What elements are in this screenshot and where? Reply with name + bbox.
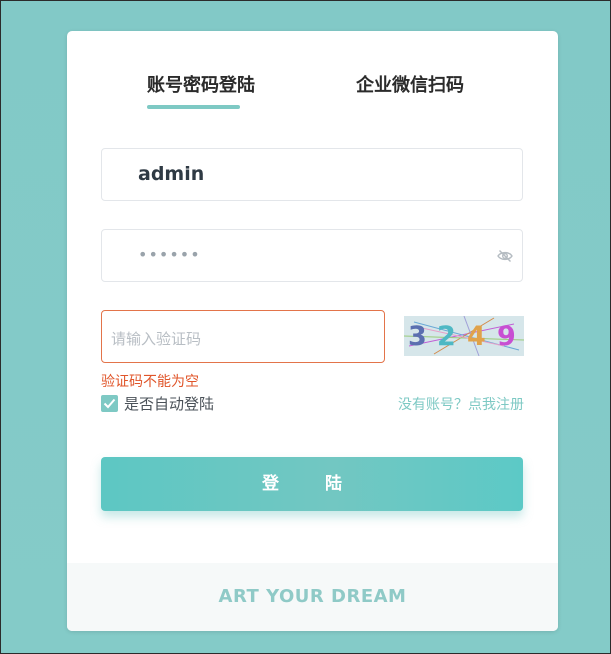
- login-card: 账号密码登陆 企业微信扫码 admin •••••• 请输入验证码 3 2 4: [67, 31, 558, 631]
- captcha-image[interactable]: 3 2 4 9: [404, 316, 524, 356]
- username-value: admin: [138, 163, 205, 185]
- check-icon: [103, 398, 116, 409]
- tab-wechat-scan[interactable]: 企业微信扫码: [356, 71, 464, 97]
- captcha-digit-1: 3: [408, 321, 427, 352]
- tab-password-login[interactable]: 账号密码登陆: [147, 71, 255, 97]
- password-value: ••••••: [138, 245, 201, 264]
- captcha-error-message: 验证码不能为空: [101, 374, 199, 390]
- captcha-digit-4: 9: [497, 321, 516, 352]
- captcha-input[interactable]: 请输入验证码: [101, 310, 385, 363]
- captcha-placeholder: 请输入验证码: [111, 330, 202, 348]
- password-field[interactable]: ••••••: [101, 229, 523, 282]
- footer-slogan: ART YOUR DREAM: [218, 586, 407, 607]
- remember-label[interactable]: 是否自动登陆: [124, 393, 214, 414]
- eye-slash-icon[interactable]: [496, 247, 514, 265]
- remember-checkbox[interactable]: [101, 395, 118, 412]
- username-field[interactable]: admin: [101, 148, 523, 201]
- card-footer: ART YOUR DREAM: [67, 563, 558, 631]
- login-button[interactable]: 登 陆: [101, 457, 523, 511]
- register-link[interactable]: 没有账号？点我注册: [398, 394, 524, 414]
- captcha-digit-3: 4: [467, 321, 486, 352]
- active-tab-indicator: [147, 105, 240, 109]
- captcha-digit-2: 2: [437, 321, 456, 352]
